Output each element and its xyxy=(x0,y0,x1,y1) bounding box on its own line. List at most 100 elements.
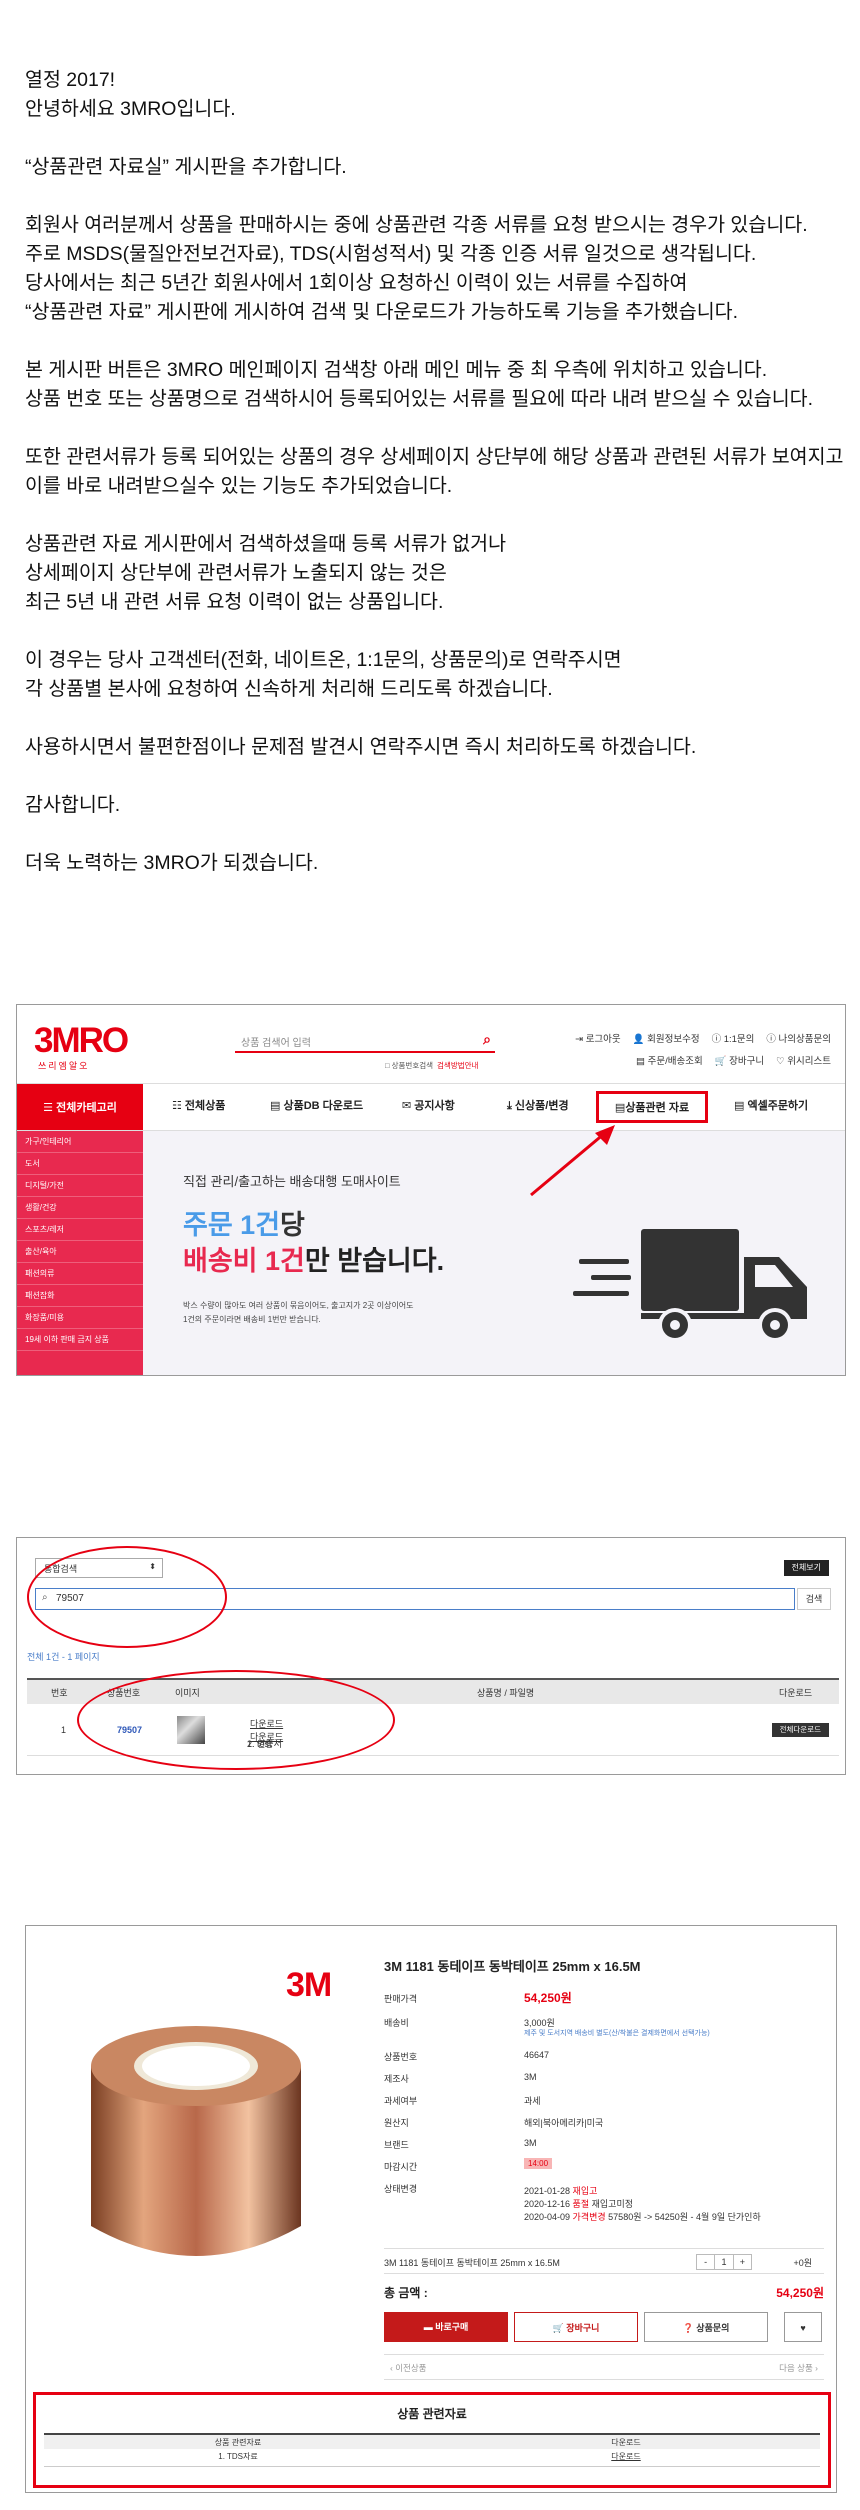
wishlist-heart-icon[interactable]: ♥ xyxy=(784,2312,822,2342)
notice-line: 당사에서는 최근 5년간 회원사에서 1회이상 요청하신 이력이 있는 서류를 … xyxy=(25,272,688,294)
qty-plus-button[interactable]: + xyxy=(734,2255,751,2269)
qty-minus-button[interactable]: - xyxy=(697,2255,716,2269)
notice-paragraph: 감사합니다. xyxy=(25,791,845,820)
notice-line: 열정 2017! xyxy=(25,69,116,91)
search-icon[interactable]: ⌕ xyxy=(483,1031,491,1048)
brand-logo: 3M xyxy=(286,1966,332,2004)
banner-subtitle: 직접 관리/출고하는 배송대행 도매사이트 xyxy=(183,1174,401,1189)
order-link[interactable]: ▤ 주문/배송조회 xyxy=(636,1053,703,1067)
notice-line: 본 게시판 버튼은 3MRO 메인페이지 검색창 아래 메인 메뉴 중 최 우측… xyxy=(25,359,768,381)
product-qna-button[interactable]: ❓ 상품문의 xyxy=(644,2312,768,2342)
sidebar-category-item[interactable]: 출산/육아 xyxy=(17,1241,143,1263)
product-nav: ‹ 이전상품 다음 상품 › xyxy=(384,2354,824,2380)
banner-headline-1: 주문 1건당 xyxy=(183,1210,305,1240)
menu-product-docs[interactable]: ▤ 상품관련 자료 xyxy=(596,1091,708,1123)
menu-notice[interactable]: ✉ 공지사항 xyxy=(402,1097,455,1113)
sidebar-category-item[interactable]: 패션잡화 xyxy=(17,1285,143,1307)
sidebar-category-item[interactable]: 생활/건강 xyxy=(17,1197,143,1219)
banner-note: 박스 수량이 많아도 여러 상품이 묶음이어도, 출고지가 2곳 이상이어도 1건… xyxy=(183,1301,414,1324)
top-links: ⇥ 로그아웃 👤 회원정보수정 ⓘ 1:1문의 ⓘ 나의상품문의 xyxy=(575,1031,831,1045)
notice-line: 사용하시면서 불편한점이나 문제점 발견시 연락주시면 즉시 처리하도록 하겠습… xyxy=(25,736,697,758)
notice-line: 최근 5년 내 관련 서류 요청 이력이 없는 상품입니다. xyxy=(25,591,444,613)
banner[interactable]: 직접 관리/출고하는 배송대행 도매사이트 주문 1건당 배송비 1건만 받습니… xyxy=(143,1131,845,1375)
pointer-arrow-icon xyxy=(530,1125,615,1197)
member-edit-link[interactable]: 👤 회원정보수정 xyxy=(633,1031,700,1045)
result-count: 전체 1건 - 1 페이지 xyxy=(27,1652,100,1662)
notice-line: 안녕하세요 3MRO입니다. xyxy=(25,98,236,120)
notice-paragraph: 이 경우는 당사 고객센터(전화, 네이트온, 1:1문의, 상품문의)로 연락… xyxy=(25,646,845,704)
download-link[interactable]: 다운로드 xyxy=(432,2449,820,2465)
site-logo[interactable]: 3MRO 쓰리엠알오 xyxy=(34,1023,134,1072)
option-line: 3M 1181 동테이프 동박테이프 25mm x 16.5M - 1 + +0… xyxy=(384,2248,824,2274)
sidebar-category-item[interactable]: 스포츠/레저 xyxy=(17,1219,143,1241)
search-input[interactable]: 상품 검색어 입력 ⌕ xyxy=(235,1031,495,1053)
add-to-cart-button[interactable]: 🛒 장바구니 xyxy=(514,2312,638,2342)
total-price: 총 금액 :54,250원 xyxy=(384,2286,824,2300)
menu-excel-order[interactable]: ▤ 엑셀주문하기 xyxy=(734,1097,808,1113)
notice-line: 상세페이지 상단부에 관련서류가 노출되지 않는 것은 xyxy=(25,562,447,584)
notice-paragraph: 또한 관련서류가 등록 되어있는 상품의 경우 상세페이지 상단부에 해당 상품… xyxy=(25,443,845,501)
notice-paragraph: 사용하시면서 불편한점이나 문제점 발견시 연락주시면 즉시 처리하도록 하겠습… xyxy=(25,733,845,762)
search-button[interactable]: 검색 xyxy=(797,1588,831,1610)
wishlist-link[interactable]: ♡ 위시리스트 xyxy=(776,1053,831,1067)
notice-paragraph: 회원사 여러분께서 상품을 판매하시는 중에 상품관련 각종 서류를 요청 받으… xyxy=(25,211,845,327)
screenshot-main-page: 3MRO 쓰리엠알오 상품 검색어 입력 ⌕ □ 상품번호검색 검색방법안내 ⇥ … xyxy=(16,1004,846,1376)
screenshot-search-board: 통합검색 ⬍ 전체보기 ⌕ 79507 검색 전체 1건 - 1 페이지 번호 상품… xyxy=(16,1537,846,1775)
banner-headline-2: 배송비 1건만 받습니다. xyxy=(183,1246,445,1276)
notice-line: 각 상품별 본사에 요청하여 신속하게 처리해 드리도록 하겠습니다. xyxy=(25,678,553,700)
quantity-stepper[interactable]: - 1 + xyxy=(696,2254,752,2270)
product-image xyxy=(91,2026,301,2256)
inquiry-link[interactable]: ⓘ 1:1문의 xyxy=(712,1031,755,1045)
buy-now-button[interactable]: ▬ 바로구매 xyxy=(384,2312,508,2342)
menu-db-download[interactable]: ▤ 상품DB 다운로드 xyxy=(270,1097,363,1113)
sidebar-category-item[interactable]: 화장품/미용 xyxy=(17,1307,143,1329)
notice-paragraph: 본 게시판 버튼은 3MRO 메인페이지 검색창 아래 메인 메뉴 중 최 우측… xyxy=(25,356,845,414)
notice-line: 주로 MSDS(물질안전보건자료), TDS(시험성적서) 및 각종 인증 서류… xyxy=(25,243,757,265)
search-options[interactable]: □ 상품번호검색 검색방법안내 xyxy=(385,1060,478,1071)
qty-value[interactable]: 1 xyxy=(715,2255,734,2269)
sidebar-category-item[interactable]: 디지털/가전 xyxy=(17,1175,143,1197)
menu-new-products[interactable]: ⤓ 신상품/변경 xyxy=(507,1097,569,1113)
sidebar-category-item[interactable]: 가구/인테리어 xyxy=(17,1131,143,1153)
notice-line: 상품관련 자료 게시판에서 검색하셨을때 등록 서류가 없거나 xyxy=(25,533,507,555)
notice-line: 이 경우는 당사 고객센터(전화, 네이트온, 1:1문의, 상품문의)로 연락… xyxy=(25,649,622,671)
action-buttons: ▬ 바로구매 🛒 장바구니 ❓ 상품문의 ♥ xyxy=(384,2312,824,2342)
my-qna-link[interactable]: ⓘ 나의상품문의 xyxy=(766,1031,831,1045)
notice-body: 열정 2017! 안녕하세요 3MRO입니다. “상품관련 자료실” 게시판을 추가… xyxy=(25,66,845,907)
notice-line: 또한 관련서류가 등록 되어있는 상품의 경우 상세페이지 상단부에 해당 상품… xyxy=(25,446,844,468)
notice-line: 이를 바로 내려받으실수 있는 기능도 추가되었습니다. xyxy=(25,475,453,497)
related-docs-box: 상품 관련자료 상품 관련자료 다운로드 1. TDS자료 다운로드 xyxy=(33,2392,831,2488)
view-all-button[interactable]: 전체보기 xyxy=(783,1560,829,1576)
table-header: 상품 관련자료 다운로드 xyxy=(44,2433,820,2449)
next-product-link[interactable]: 다음 상품 › xyxy=(779,2362,818,2374)
highlight-oval xyxy=(77,1670,395,1770)
sidebar-category-item[interactable]: 19세 이하 판매 금지 상품 xyxy=(17,1329,143,1351)
notice-paragraph: “상품관련 자료실” 게시판을 추가합니다. xyxy=(25,153,845,182)
notice-line: “상품관련 자료” 게시판에 게시하여 검색 및 다운로드가 가능하도록 기능을… xyxy=(25,301,739,323)
product-title: 3M 1181 동테이프 동박테이프 25mm x 16.5M xyxy=(384,1959,641,1974)
notice-line: 상품 번호 또는 상품명으로 검색하시어 등록되어있는 서류를 필요에 따라 내… xyxy=(25,388,814,410)
related-docs-title: 상품 관련자료 xyxy=(397,2407,467,2421)
notice-line: 감사합니다. xyxy=(25,794,121,816)
cart-link[interactable]: 🛒 장바구니 xyxy=(715,1053,764,1067)
sidebar-category-item[interactable]: 패션의류 xyxy=(17,1263,143,1285)
notice-paragraph: 상품관련 자료 게시판에서 검색하셨을때 등록 서류가 없거나상세페이지 상단부… xyxy=(25,530,845,617)
table-row: 1. TDS자료 다운로드 xyxy=(44,2449,820,2467)
all-category-button[interactable]: ☰ 전체카테고리 xyxy=(17,1084,143,1130)
notice-paragraph: 열정 2017! 안녕하세요 3MRO입니다. xyxy=(25,66,845,124)
main-menu: ☰ 전체카테고리 ☷ 전체상품 ▤ 상품DB 다운로드 ✉ 공지사항 ⤓ 신상품… xyxy=(17,1083,845,1131)
logout-link[interactable]: ⇥ 로그아웃 xyxy=(575,1031,621,1045)
prev-product-link[interactable]: ‹ 이전상품 xyxy=(390,2362,426,2374)
related-docs-table: 상품 관련자료 다운로드 1. TDS자료 다운로드 xyxy=(44,2433,820,2467)
screenshot-product-detail: 3M 3M 1181 동테이프 동박테이프 25mm x 16.5M 판매가격 5… xyxy=(25,1925,837,2493)
menu-all-products[interactable]: ☷ 전체상품 xyxy=(172,1097,225,1113)
notice-paragraph: 더욱 노력하는 3MRO가 되겠습니다. xyxy=(25,849,845,878)
highlight-oval xyxy=(27,1546,227,1648)
notice-line: “상품관련 자료실” 게시판을 추가합니다. xyxy=(25,156,347,178)
notice-line: 더욱 노력하는 3MRO가 되겠습니다. xyxy=(25,852,319,874)
sidebar-category-item[interactable]: 도서 xyxy=(17,1153,143,1175)
top-links-2: ▤ 주문/배송조회 🛒 장바구니 ♡ 위시리스트 xyxy=(636,1053,831,1067)
category-sidebar: 가구/인테리어 도서 디지털/가전 생활/건강 스포츠/레저 출산/육아 패션의류 패션잡화 화… xyxy=(17,1131,143,1375)
truck-icon xyxy=(573,1229,807,1342)
download-all-button[interactable]: 전체다운로드 xyxy=(771,1723,829,1737)
